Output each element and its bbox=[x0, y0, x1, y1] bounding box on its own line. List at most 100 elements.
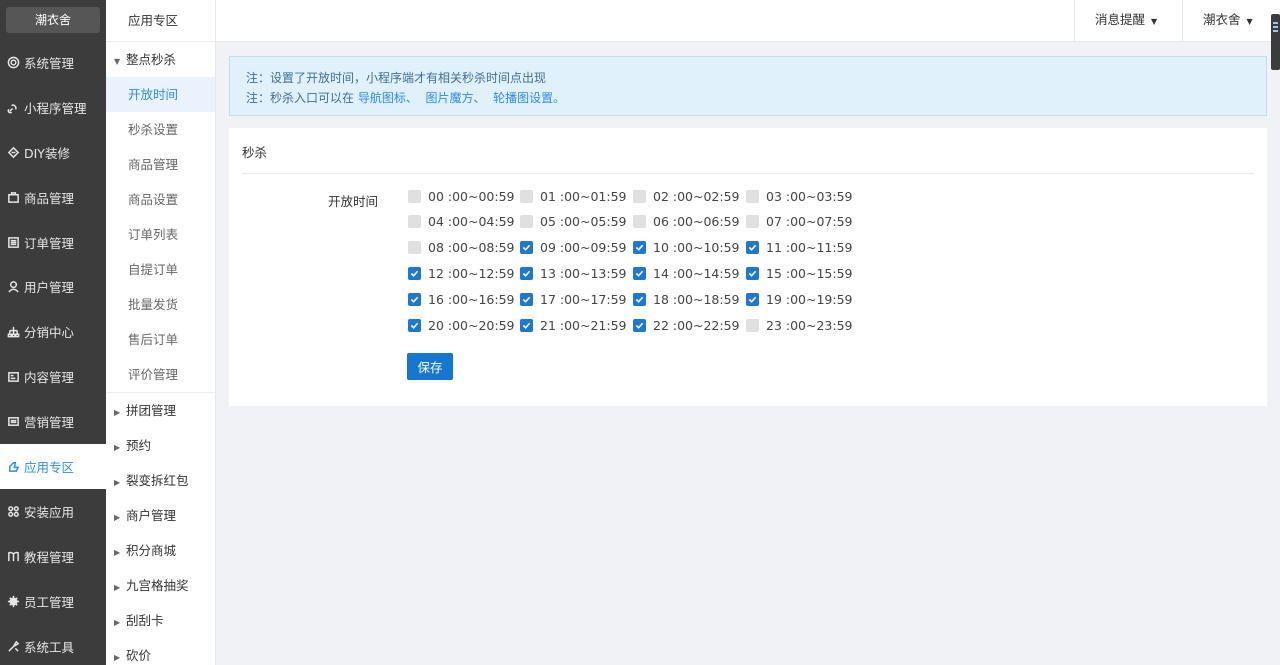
nav-item-12[interactable]: 员工管理 bbox=[0, 579, 106, 624]
sub-group-0[interactable]: ▶ 拼团管理 bbox=[106, 393, 215, 428]
time-slot-label: 03 :00~03:59 bbox=[766, 188, 853, 204]
top-header: 消息提醒 ▼ 潮衣舍 ▼ bbox=[216, 0, 1280, 42]
time-slot-label: 14 :00~14:59 bbox=[653, 265, 740, 281]
sub-group-5[interactable]: ▶ 九宫格抽奖 bbox=[106, 568, 215, 603]
time-slot-label: 11 :00~11:59 bbox=[766, 240, 853, 256]
sub-group-seckill[interactable]: ▼ 整点秒杀 bbox=[106, 42, 215, 77]
time-slot-checkbox[interactable]: 20 :00~20:59 bbox=[408, 316, 515, 334]
sub-group-6[interactable]: ▶ 刮刮卡 bbox=[106, 603, 215, 638]
seckill-panel: 秒杀 开放时间 00 :00~00:59 01 :00~01:59 02 :00~0… bbox=[229, 128, 1267, 406]
time-slot-checkbox[interactable]: 23 :00~23:59 bbox=[746, 316, 853, 334]
image-cube-link[interactable]: 图片魔方、 bbox=[425, 91, 485, 105]
nav-item-13[interactable]: 系统工具 bbox=[0, 624, 106, 665]
sub-item-2[interactable]: 商品管理 bbox=[106, 147, 215, 182]
nav-item-label: 分销中心 bbox=[24, 325, 75, 341]
sub-item-5[interactable]: 自提订单 bbox=[106, 252, 215, 287]
sub-item-3[interactable]: 商品设置 bbox=[106, 182, 215, 217]
time-slot-checkbox[interactable]: 12 :00~12:59 bbox=[408, 264, 515, 282]
time-slot-checkbox[interactable]: 14 :00~14:59 bbox=[633, 264, 740, 282]
ticket-icon bbox=[6, 415, 20, 429]
nav-item-11[interactable]: 教程管理 bbox=[0, 534, 106, 579]
checkbox-unchecked-icon bbox=[408, 189, 421, 203]
scroll-indicator[interactable] bbox=[1271, 14, 1280, 70]
time-slot-checkbox[interactable]: 08 :00~08:59 bbox=[408, 239, 515, 257]
time-slot-checkbox[interactable]: 07 :00~07:59 bbox=[746, 213, 853, 231]
sub-group-label: 预约 bbox=[126, 438, 152, 453]
messages-dropdown[interactable]: 消息提醒 ▼ bbox=[1074, 0, 1182, 42]
divider bbox=[242, 173, 1254, 174]
time-slot-checkbox[interactable]: 05 :00~05:59 bbox=[520, 213, 627, 231]
time-slot-checkbox[interactable]: 21 :00~21:59 bbox=[520, 316, 627, 334]
time-slot-label: 08 :00~08:59 bbox=[428, 240, 515, 256]
time-slot-checkbox[interactable]: 11 :00~11:59 bbox=[746, 239, 853, 257]
time-slot-label: 00 :00~00:59 bbox=[428, 188, 515, 204]
sub-item-8[interactable]: 评价管理 bbox=[106, 357, 215, 392]
time-slot-checkbox[interactable]: 09 :00~09:59 bbox=[520, 239, 627, 257]
caret-right-icon: ▶ bbox=[114, 583, 121, 592]
caret-right-icon: ▶ bbox=[114, 478, 121, 487]
time-slot-checkbox[interactable]: 00 :00~00:59 bbox=[408, 187, 515, 205]
sub-group-7[interactable]: ▶ 砍价 bbox=[106, 638, 215, 665]
time-slot-label: 22 :00~22:59 bbox=[653, 317, 740, 333]
time-slot-checkbox[interactable]: 06 :00~06:59 bbox=[633, 213, 740, 231]
checkbox-unchecked-icon bbox=[408, 241, 421, 255]
time-slot-label: 07 :00~07:59 bbox=[766, 214, 853, 230]
time-slot-label: 05 :00~05:59 bbox=[540, 214, 627, 230]
nav-item-6[interactable]: 分销中心 bbox=[0, 309, 106, 354]
time-slot-checkbox[interactable]: 13 :00~13:59 bbox=[520, 264, 627, 282]
sub-group-1[interactable]: ▶ 预约 bbox=[106, 428, 215, 463]
nav-item-label: 系统工具 bbox=[24, 639, 75, 655]
time-slot-label: 21 :00~21:59 bbox=[540, 317, 627, 333]
nav-item-2[interactable]: DIY装修 bbox=[0, 130, 106, 175]
sub-group-2[interactable]: ▶ 裂变拆红包 bbox=[106, 463, 215, 498]
save-button[interactable]: 保存 bbox=[407, 353, 453, 380]
nav-item-label: 用户管理 bbox=[24, 280, 75, 296]
time-slot-checkbox[interactable]: 18 :00~18:59 bbox=[633, 290, 740, 308]
nav-item-7[interactable]: 内容管理 bbox=[0, 354, 106, 399]
time-slot-checkbox[interactable]: 19 :00~19:59 bbox=[746, 290, 853, 308]
sub-group-4[interactable]: ▶ 积分商城 bbox=[106, 533, 215, 568]
sub-item-6[interactable]: 批量发货 bbox=[106, 287, 215, 322]
time-slot-checkbox[interactable]: 03 :00~03:59 bbox=[746, 187, 853, 205]
cog-icon bbox=[6, 594, 20, 608]
time-slot-checkbox[interactable]: 22 :00~22:59 bbox=[633, 316, 740, 334]
time-slot-label: 23 :00~23:59 bbox=[766, 317, 853, 333]
checkbox-checked-icon bbox=[520, 241, 533, 255]
time-slot-checkbox[interactable]: 17 :00~17:59 bbox=[520, 290, 627, 308]
notice-line-2: 注：秒杀入口可以在 导航图标、 图片魔方、 轮播图设置。 bbox=[246, 88, 1250, 108]
notice-line-1: 注：设置了开放时间，小程序端才有相关秒杀时间点出现 bbox=[246, 71, 547, 85]
notice-box: 注：设置了开放时间，小程序端才有相关秒杀时间点出现 注：秒杀入口可以在 导航图标… bbox=[229, 56, 1267, 116]
brand-logo-text[interactable]: 潮衣舍 bbox=[6, 7, 100, 33]
sub-item-0[interactable]: 开放时间 bbox=[106, 77, 215, 112]
time-slot-checkbox[interactable]: 02 :00~02:59 bbox=[633, 187, 740, 205]
main-nav-list: 系统管理 小程序管理 DIY装修 商品管理 订单管理用户管理分销中心内容管理 营销管理应用… bbox=[0, 40, 106, 665]
nav-item-8[interactable]: 营销管理 bbox=[0, 399, 106, 444]
time-slot-checkbox[interactable]: 04 :00~04:59 bbox=[408, 213, 515, 231]
checkbox-checked-icon bbox=[633, 266, 646, 280]
time-slot-label: 06 :00~06:59 bbox=[653, 214, 740, 230]
nav-icon-link[interactable]: 导航图标、 bbox=[358, 91, 418, 105]
nav-item-4[interactable]: 订单管理 bbox=[0, 220, 106, 265]
checkbox-unchecked-icon bbox=[633, 215, 646, 229]
time-slot-label: 01 :00~01:59 bbox=[540, 188, 627, 204]
sub-item-4[interactable]: 订单列表 bbox=[106, 217, 215, 252]
nav-item-10[interactable]: 安装应用 bbox=[0, 489, 106, 534]
nav-item-label: 安装应用 bbox=[24, 504, 75, 520]
time-slot-checkbox[interactable]: 01 :00~01:59 bbox=[520, 187, 627, 205]
nav-item-label: 应用专区 bbox=[24, 459, 75, 475]
nav-item-9[interactable]: 应用专区 bbox=[0, 444, 106, 489]
nav-item-5[interactable]: 用户管理 bbox=[0, 264, 106, 309]
nav-item-3[interactable]: 商品管理 bbox=[0, 175, 106, 220]
book-icon bbox=[6, 549, 20, 563]
time-slot-label: 09 :00~09:59 bbox=[540, 240, 627, 256]
time-slot-checkbox[interactable]: 16 :00~16:59 bbox=[408, 290, 515, 308]
carousel-link[interactable]: 轮播图设置。 bbox=[493, 91, 565, 105]
sub-item-7[interactable]: 售后订单 bbox=[106, 322, 215, 357]
sub-item-1[interactable]: 秒杀设置 bbox=[106, 112, 215, 147]
nav-item-0[interactable]: 系统管理 bbox=[0, 40, 106, 85]
nav-item-1[interactable]: 小程序管理 bbox=[0, 85, 106, 130]
time-slot-checkbox[interactable]: 10 :00~10:59 bbox=[633, 239, 740, 257]
user-dropdown[interactable]: 潮衣舍 ▼ bbox=[1182, 0, 1280, 42]
time-slot-checkbox[interactable]: 15 :00~15:59 bbox=[746, 264, 853, 282]
sub-group-3[interactable]: ▶ 商户管理 bbox=[106, 498, 215, 533]
